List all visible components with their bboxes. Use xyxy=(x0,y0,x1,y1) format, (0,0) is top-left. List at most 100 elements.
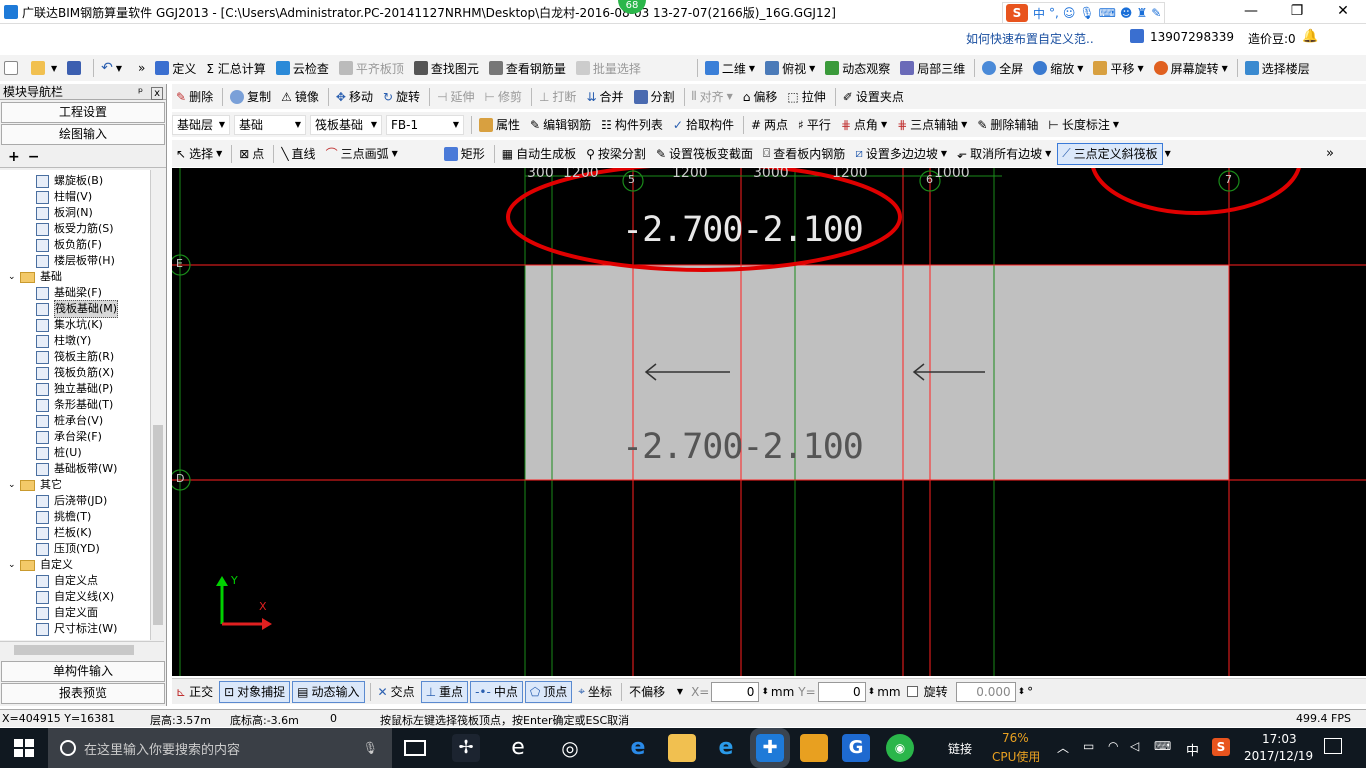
tb3-edit-rebar[interactable]: ✎ 编辑钢筋 xyxy=(526,114,595,136)
tb4-multi-slope[interactable]: ⧄ 设置多边边坡 ▼ xyxy=(851,143,951,165)
tree-vscroll-thumb[interactable] xyxy=(153,425,163,625)
pin-icon[interactable]: ᵖ xyxy=(138,85,143,99)
category-combo[interactable]: 基础 ▼ xyxy=(234,114,306,135)
undo-icon[interactable]: ↶ ▼ xyxy=(97,57,126,79)
user-icon[interactable]: ☻ xyxy=(1120,6,1133,20)
ie2-icon[interactable]: e xyxy=(712,734,740,762)
tb4-line[interactable]: ╲ 直线 xyxy=(277,143,319,165)
glodon-ggj-icon[interactable]: ✚ xyxy=(750,728,790,768)
tb1-local3d[interactable]: 局部三维 xyxy=(896,57,969,79)
ime-lang[interactable]: 中 xyxy=(1033,5,1045,22)
tree-item[interactable]: 栏板(K) xyxy=(36,525,92,541)
rotate-spinner[interactable]: ⬍ xyxy=(1018,687,1026,697)
tree-item[interactable]: 桩(U) xyxy=(36,445,82,461)
tb3-parallel[interactable]: ♯ 平行 xyxy=(794,114,835,136)
tb1-batch-select[interactable]: 批量选择 xyxy=(572,57,645,79)
account-beans[interactable]: 造价豆:0 xyxy=(1248,30,1296,47)
new-file-icon[interactable] xyxy=(0,57,25,79)
mic-search-icon[interactable]: 🎙 xyxy=(363,741,378,755)
snap-midpoint[interactable]: -•- 中点 xyxy=(470,680,523,703)
tree-hscroll-thumb[interactable] xyxy=(14,645,134,655)
tree-item[interactable]: 桩承台(V) xyxy=(36,413,103,429)
snap-intersection[interactable]: ✕ 交点 xyxy=(374,681,419,703)
floor-combo[interactable]: 基础层 ▼ xyxy=(172,114,230,135)
tb2-extend[interactable]: ⊣ 延伸 xyxy=(433,86,478,108)
close-button[interactable]: ✕ xyxy=(1320,0,1366,24)
tb4-point[interactable]: ⊠ 点 xyxy=(235,143,268,165)
tb3-two-points[interactable]: # 两点 xyxy=(747,114,792,136)
tb2-split[interactable]: 分割 xyxy=(630,86,679,108)
tb2-delete[interactable]: ✎ 删除 xyxy=(172,86,217,108)
task-view-icon[interactable] xyxy=(404,740,426,756)
clock-time[interactable]: 17:03 xyxy=(1262,732,1297,746)
tb2-rotate[interactable]: ↻ 旋转 xyxy=(379,86,424,108)
tree-item[interactable]: 柱墩(Y) xyxy=(36,333,91,349)
tree-item[interactable]: 承台梁(F) xyxy=(36,429,102,445)
tb2-offset[interactable]: ⌂ 偏移 xyxy=(739,86,782,108)
report-preview-button[interactable]: 报表预览 xyxy=(1,683,165,704)
keyboard-tray-icon[interactable]: ⌨ xyxy=(1154,739,1171,753)
tree-folder[interactable]: ⌄ 自定义 xyxy=(8,557,73,573)
component-tree[interactable]: 螺旋板(B) 柱帽(V) 板洞(N) 板受力筋(S) 板负筋(F) 楼层板带(H) ⌄ 基础基… xyxy=(0,170,150,640)
taskbar-link[interactable]: 链接 xyxy=(948,740,972,757)
tb1-zoom[interactable]: 缩放 ▼ xyxy=(1029,57,1087,79)
snap-vertex[interactable]: ⬠ 顶点 xyxy=(524,680,573,703)
mic-icon[interactable]: 🎙 xyxy=(1079,6,1094,20)
tb1-cloud-check[interactable]: 云检查 xyxy=(272,57,333,79)
tree-item[interactable]: 板洞(N) xyxy=(36,205,93,221)
tb1-topview[interactable]: 俯视 ▼ xyxy=(761,57,819,79)
overflow-icon[interactable]: » xyxy=(134,57,149,79)
tb1-fullscreen[interactable]: 全屏 xyxy=(978,57,1027,79)
tb4-three-point-sloped-slab[interactable]: ⟋ 三点定义斜筏板 xyxy=(1057,142,1163,165)
tb4-arc[interactable]: ⌒ 三点画弧 ▼ xyxy=(322,143,402,165)
tb1-rotate-screen[interactable]: 屏幕旋转 ▼ xyxy=(1150,57,1232,79)
windows-start-icon[interactable] xyxy=(14,739,34,757)
ie-icon[interactable]: e xyxy=(504,734,532,762)
tb3-three-point-axis[interactable]: ⋕ 三点辅轴 ▼ xyxy=(893,114,971,136)
clock-date[interactable]: 2017/12/19 xyxy=(1244,749,1313,763)
sogou-tray-icon[interactable]: S xyxy=(1212,738,1230,756)
tree-item[interactable]: 基础板带(W) xyxy=(36,461,117,477)
panel-close-icon[interactable]: x xyxy=(151,86,163,100)
tree-item[interactable]: 螺旋板(B) xyxy=(36,173,103,189)
minimize-button[interactable]: — xyxy=(1228,0,1274,24)
remove-icon[interactable]: − xyxy=(28,149,40,165)
tb1-define[interactable]: 定义 xyxy=(151,57,200,79)
tb4-rect[interactable]: 矩形 xyxy=(440,143,489,165)
save-icon[interactable] xyxy=(63,57,88,79)
object-snap-toggle[interactable]: ⊡ 对象捕捉 xyxy=(219,680,291,703)
x-input[interactable]: 0 xyxy=(711,681,760,702)
tree-item[interactable]: 筏板基础(M) xyxy=(36,300,119,318)
explorer-icon[interactable] xyxy=(668,734,696,762)
tb1-pan[interactable]: 平移 ▼ xyxy=(1089,57,1147,79)
y-spinner[interactable]: ⬍ xyxy=(868,687,876,697)
tree-item[interactable]: 自定义线(X) xyxy=(36,589,114,605)
tree-item[interactable]: 楼层板带(H) xyxy=(36,253,115,269)
tb3-properties[interactable]: 属性 xyxy=(475,114,524,136)
taskbar-search[interactable]: 在这里输入你要搜索的内容 🎙 xyxy=(48,728,392,768)
tb2-copy[interactable]: 复制 xyxy=(226,86,275,108)
tree-item[interactable]: 尺寸标注(W) xyxy=(36,621,117,637)
tb2-move[interactable]: ✥ 移动 xyxy=(332,86,377,108)
help-link[interactable]: 如何快速布置自定义范.. xyxy=(966,30,1094,47)
ortho-toggle[interactable]: ⊾ 正交 xyxy=(172,681,217,703)
tree-item[interactable]: 压顶(YD) xyxy=(36,541,100,557)
tb3-length-dim[interactable]: ⊢ 长度标注 ▼ xyxy=(1044,114,1123,136)
tb4-view-slab-rebar[interactable]: ⌼ 查看板内钢筋 xyxy=(759,143,849,165)
volume-icon[interactable]: ◁ xyxy=(1130,739,1139,753)
tb4-split-by-beam[interactable]: ⚲ 按梁分割 xyxy=(582,143,650,165)
dynamic-input-toggle[interactable]: ▤ 动态输入 xyxy=(292,680,365,703)
shirt-icon[interactable]: ♜ xyxy=(1136,6,1147,20)
tb1-align-top[interactable]: 平齐板顶 xyxy=(335,57,408,79)
cloud-app-icon[interactable]: ◎ xyxy=(556,734,584,762)
maximize-button[interactable]: ❐ xyxy=(1274,0,1320,24)
tb4-variable-section[interactable]: ✎ 设置筏板变截面 xyxy=(652,143,757,165)
tb1-2d[interactable]: 二维 ▼ xyxy=(701,57,759,79)
tb3-component-list[interactable]: ☷ 构件列表 xyxy=(597,114,667,136)
tray-up-icon[interactable]: ︿ xyxy=(1057,739,1069,756)
single-input-button[interactable]: 单构件输入 xyxy=(1,661,165,682)
tb4-auto-slab[interactable]: ▦ 自动生成板 xyxy=(498,143,580,165)
tree-item[interactable]: 条形基础(T) xyxy=(36,397,113,413)
x-spinner[interactable]: ⬍ xyxy=(761,687,769,697)
expand-icon[interactable]: ⌄ xyxy=(8,269,20,285)
